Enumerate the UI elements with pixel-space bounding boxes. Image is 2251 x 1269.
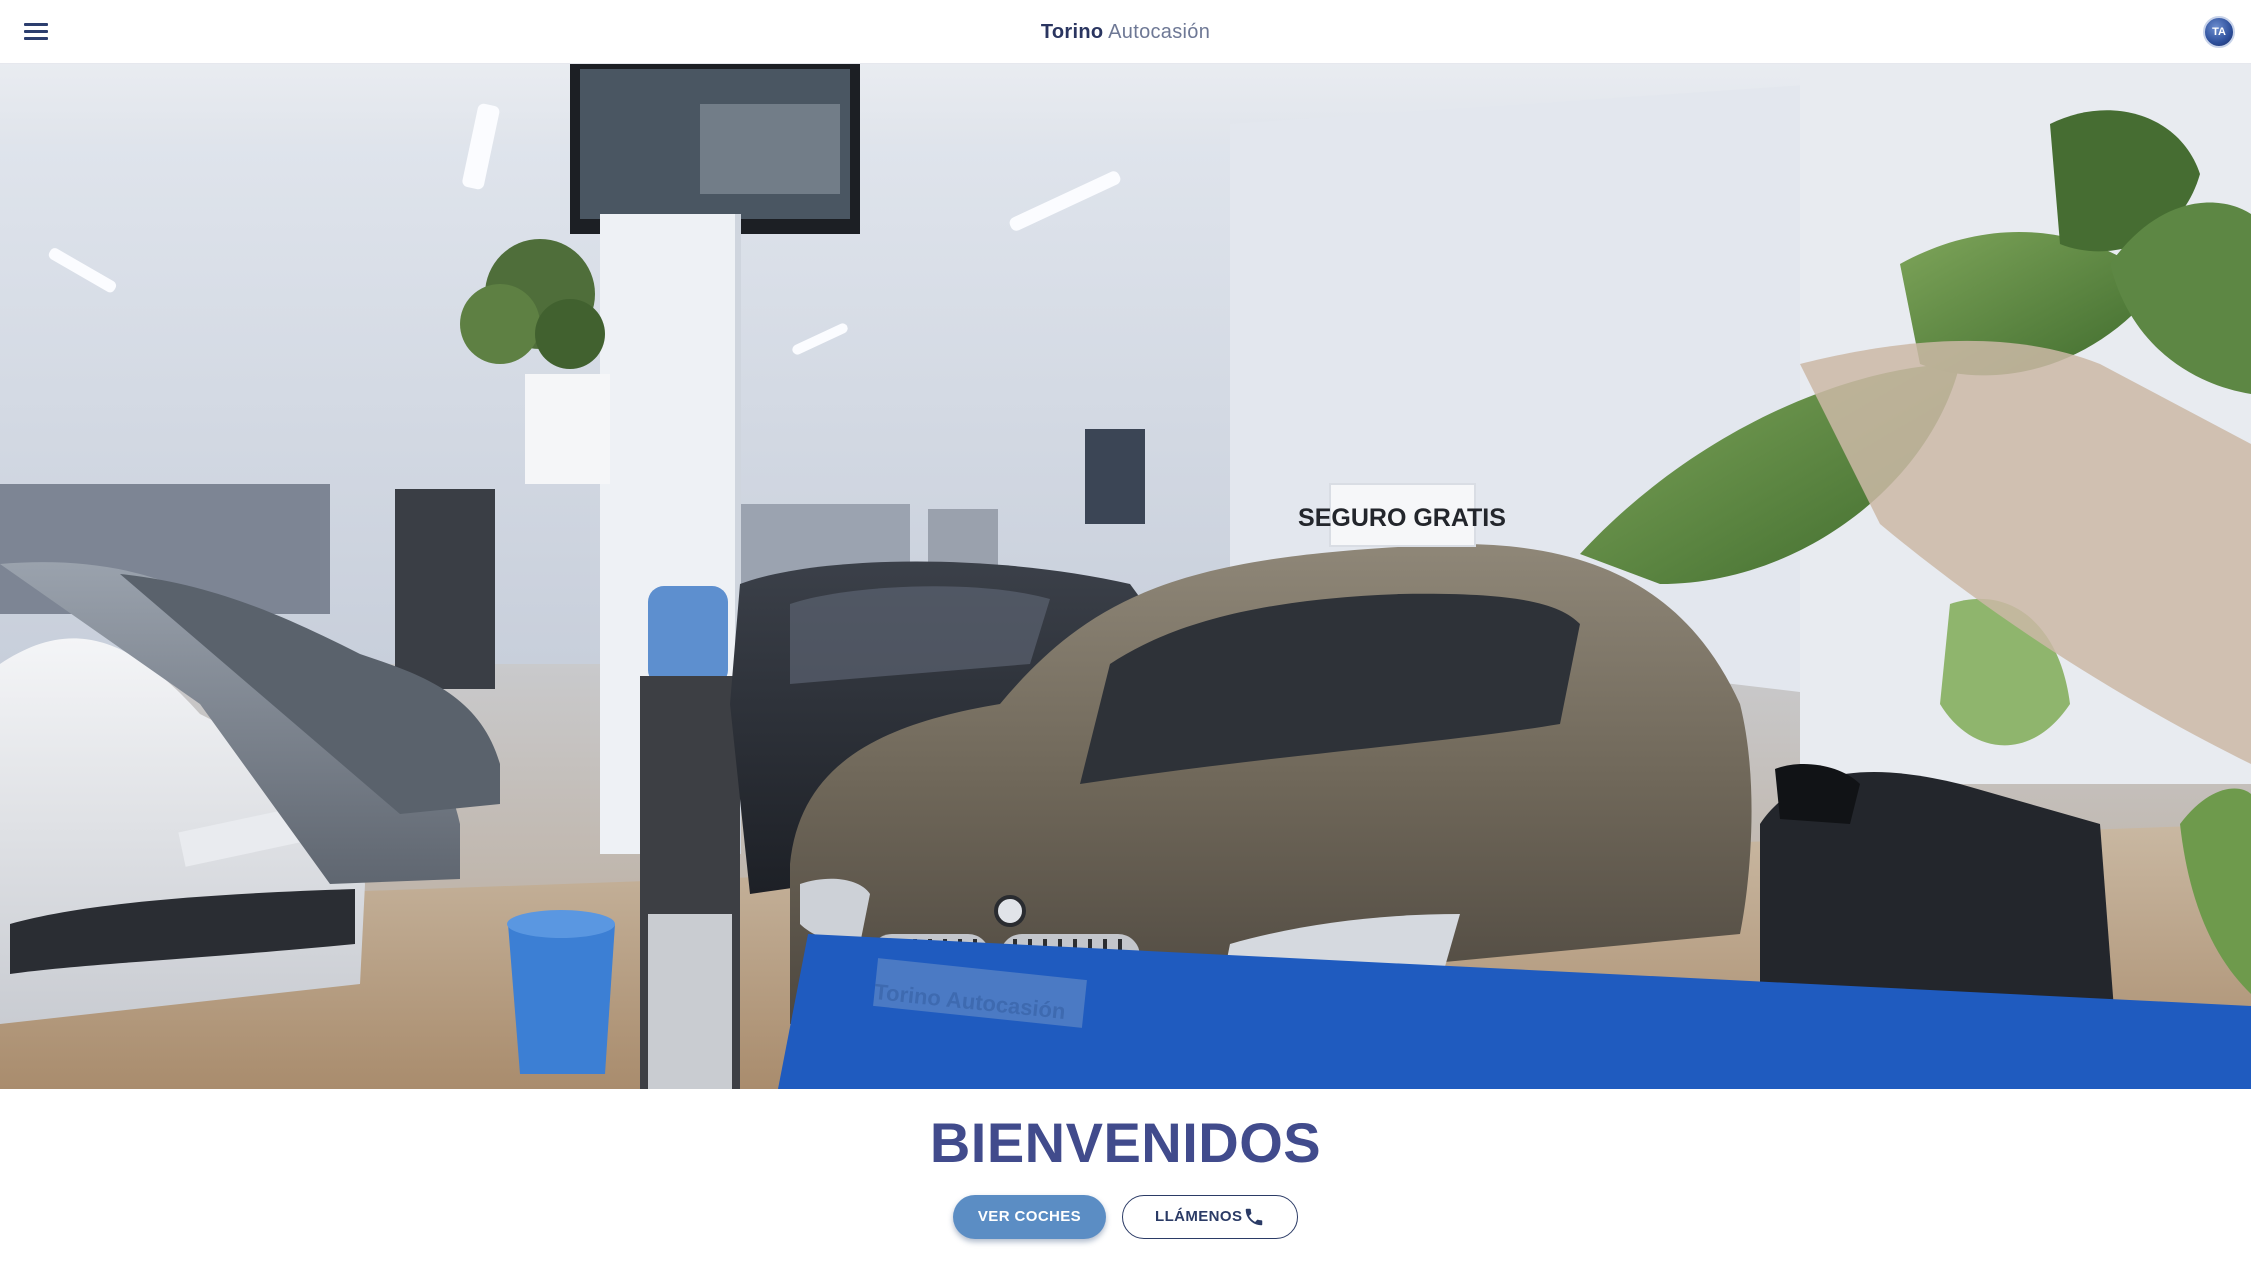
brand-logo-text: TA [2212, 26, 2226, 38]
brand-logo-icon[interactable]: TA [2203, 16, 2235, 48]
brand-name-light: Autocasión [1108, 21, 1211, 43]
brand-title[interactable]: Torino Autocasión [0, 19, 2251, 45]
welcome-title: BIENVENIDOS [929, 1111, 1322, 1174]
seguro-gratis-sign: SEGURO GRATIS [1298, 504, 1506, 532]
top-app-bar: Torino Autocasión TA [0, 0, 2251, 64]
phone-icon [1245, 1208, 1263, 1226]
llamenos-button[interactable]: LLÁMENOS [1122, 1195, 1298, 1239]
ver-coches-button[interactable]: VER COCHES [953, 1195, 1106, 1239]
llamenos-label: LLÁMENOS [1155, 1208, 1243, 1225]
hero-showroom-image: SEGURO GRATIS Torino Autocasión [0, 64, 2251, 1089]
brand-name-strong: Torino [1040, 21, 1104, 43]
